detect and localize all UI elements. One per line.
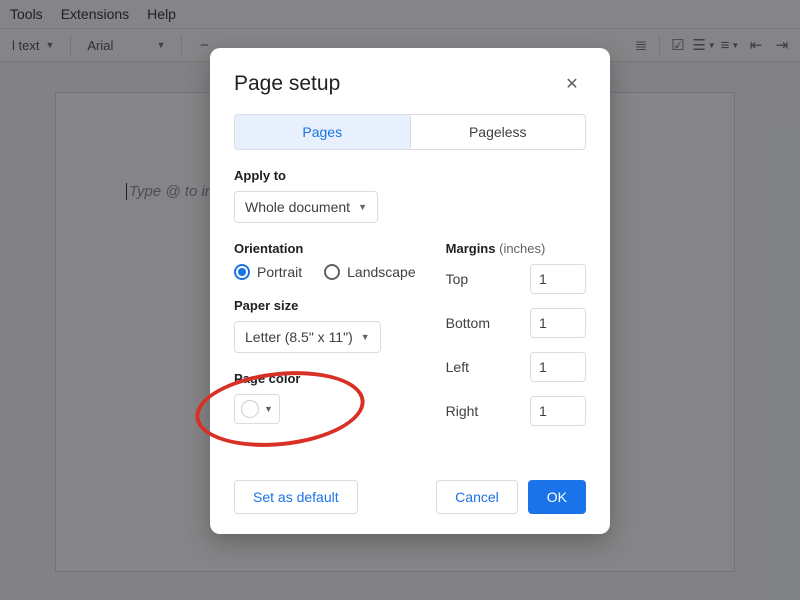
ok-button[interactable]: OK xyxy=(528,480,586,514)
margin-right-label: Right xyxy=(446,403,479,419)
orientation-portrait-radio[interactable]: Portrait xyxy=(234,264,302,280)
margin-right-input[interactable] xyxy=(530,396,586,426)
margins-label-text: Margins xyxy=(446,241,496,256)
apply-to-label: Apply to xyxy=(234,168,586,183)
margin-bottom-label: Bottom xyxy=(446,315,490,331)
margin-left-label: Left xyxy=(446,359,469,375)
margin-left-input[interactable] xyxy=(530,352,586,382)
paper-size-value: Letter (8.5" x 11") xyxy=(245,329,353,345)
orientation-portrait-label: Portrait xyxy=(257,264,302,280)
tab-pages[interactable]: Pages xyxy=(235,115,410,149)
margin-top-input[interactable] xyxy=(530,264,586,294)
orientation-landscape-radio[interactable]: Landscape xyxy=(324,264,416,280)
cancel-button[interactable]: Cancel xyxy=(436,480,518,514)
apply-to-value: Whole document xyxy=(245,199,350,215)
close-button[interactable]: ✕ xyxy=(558,70,586,98)
margins-unit: (inches) xyxy=(499,241,545,256)
caret-down-icon: ▼ xyxy=(358,202,367,212)
radio-selected-icon xyxy=(234,264,250,280)
page-setup-dialog: Page setup ✕ Pages Pageless Apply to Who… xyxy=(210,48,610,534)
page-color-swatch xyxy=(241,400,259,418)
page-color-dropdown[interactable]: ▼ xyxy=(234,394,280,424)
apply-to-dropdown[interactable]: Whole document ▼ xyxy=(234,191,378,223)
page-mode-tabs: Pages Pageless xyxy=(234,114,586,150)
tab-pageless[interactable]: Pageless xyxy=(410,115,586,149)
orientation-landscape-label: Landscape xyxy=(347,264,416,280)
dialog-title: Page setup xyxy=(234,72,340,96)
orientation-label: Orientation xyxy=(234,241,416,256)
radio-unselected-icon xyxy=(324,264,340,280)
paper-size-label: Paper size xyxy=(234,298,416,313)
margin-top-label: Top xyxy=(446,271,469,287)
margin-bottom-input[interactable] xyxy=(530,308,586,338)
caret-down-icon: ▼ xyxy=(361,332,370,342)
margins-label: Margins (inches) xyxy=(446,241,586,256)
caret-down-icon: ▼ xyxy=(264,404,273,414)
close-icon: ✕ xyxy=(565,74,578,94)
paper-size-dropdown[interactable]: Letter (8.5" x 11") ▼ xyxy=(234,321,381,353)
page-color-label: Page color xyxy=(234,371,416,386)
set-as-default-button[interactable]: Set as default xyxy=(234,480,358,514)
